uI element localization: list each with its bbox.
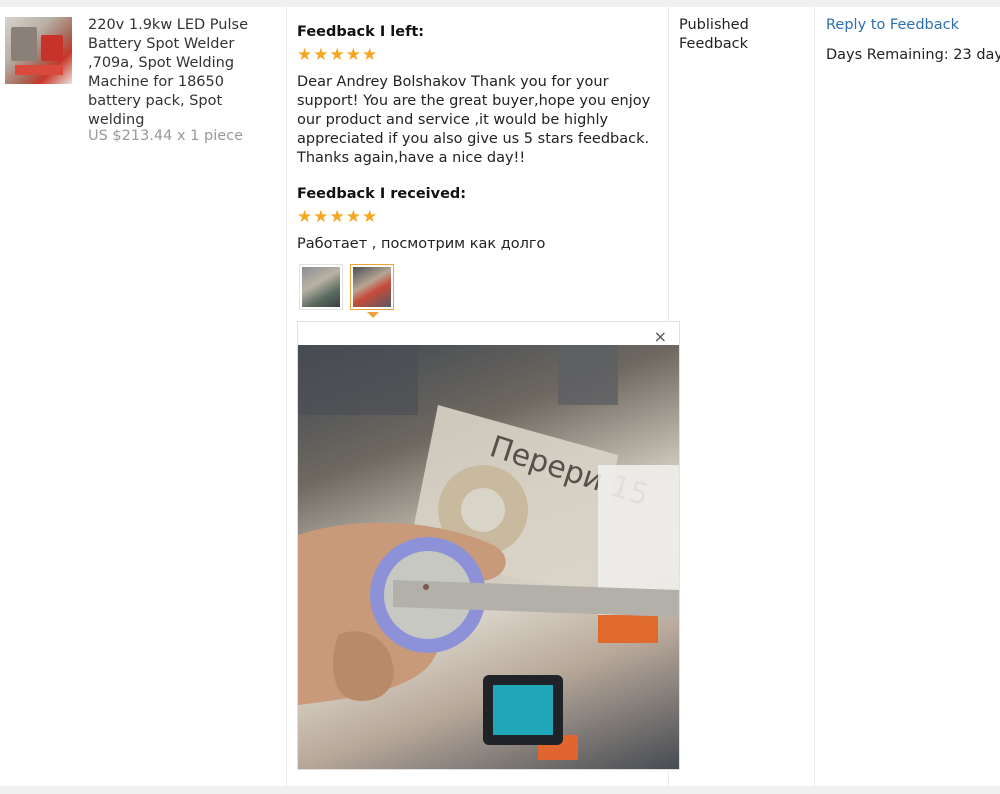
feedback-received-stars: ★ ★ ★ ★ ★ [297, 209, 377, 226]
feedback-received-heading: Feedback I received: [297, 186, 467, 202]
star-icon: ★ [329, 45, 345, 65]
thumbnail-shape [11, 27, 37, 61]
star-icon: ★ [362, 207, 378, 227]
column-divider [814, 7, 815, 786]
star-icon: ★ [345, 207, 361, 227]
star-icon: ★ [345, 45, 361, 65]
feedback-left-heading: Feedback I left: [297, 24, 425, 40]
star-icon: ★ [297, 45, 313, 65]
review-photo-thumb-1[interactable] [299, 264, 343, 310]
star-icon: ★ [297, 207, 313, 227]
star-icon: ★ [329, 207, 345, 227]
photo-viewer: × Перери 15 [297, 321, 680, 770]
thumbnail-shape [15, 65, 63, 75]
star-icon: ★ [313, 207, 329, 227]
close-icon[interactable]: × [654, 327, 667, 346]
review-photo-large: Перери 15 [298, 345, 679, 769]
thumbnail-shape [41, 35, 63, 61]
column-divider [286, 7, 287, 786]
feedback-status: Published Feedback [679, 17, 749, 52]
days-remaining: Days Remaining: 23 days [826, 47, 1000, 63]
review-photo-illustration: Перери 15 [298, 345, 679, 760]
review-photo-image [353, 267, 391, 307]
feedback-left-text: Dear Andrey Bolshakov Thank you for your… [297, 74, 651, 166]
feedback-received-text: Работает , посмотрим как долго [297, 236, 546, 252]
star-icon: ★ [362, 45, 378, 65]
review-photo-thumb-2[interactable] [350, 264, 394, 310]
product-price: US $213.44 x 1 piece [88, 128, 244, 144]
product-thumbnail[interactable] [5, 17, 72, 84]
product-title[interactable]: 220v 1.9kw LED Pulse Battery Spot Welder… [88, 16, 278, 130]
active-photo-caret [367, 312, 379, 318]
review-photo-image [302, 267, 340, 307]
reply-to-feedback-link[interactable]: Reply to Feedback [826, 16, 959, 35]
star-icon: ★ [313, 45, 329, 65]
feedback-left-stars: ★ ★ ★ ★ ★ [297, 47, 377, 64]
